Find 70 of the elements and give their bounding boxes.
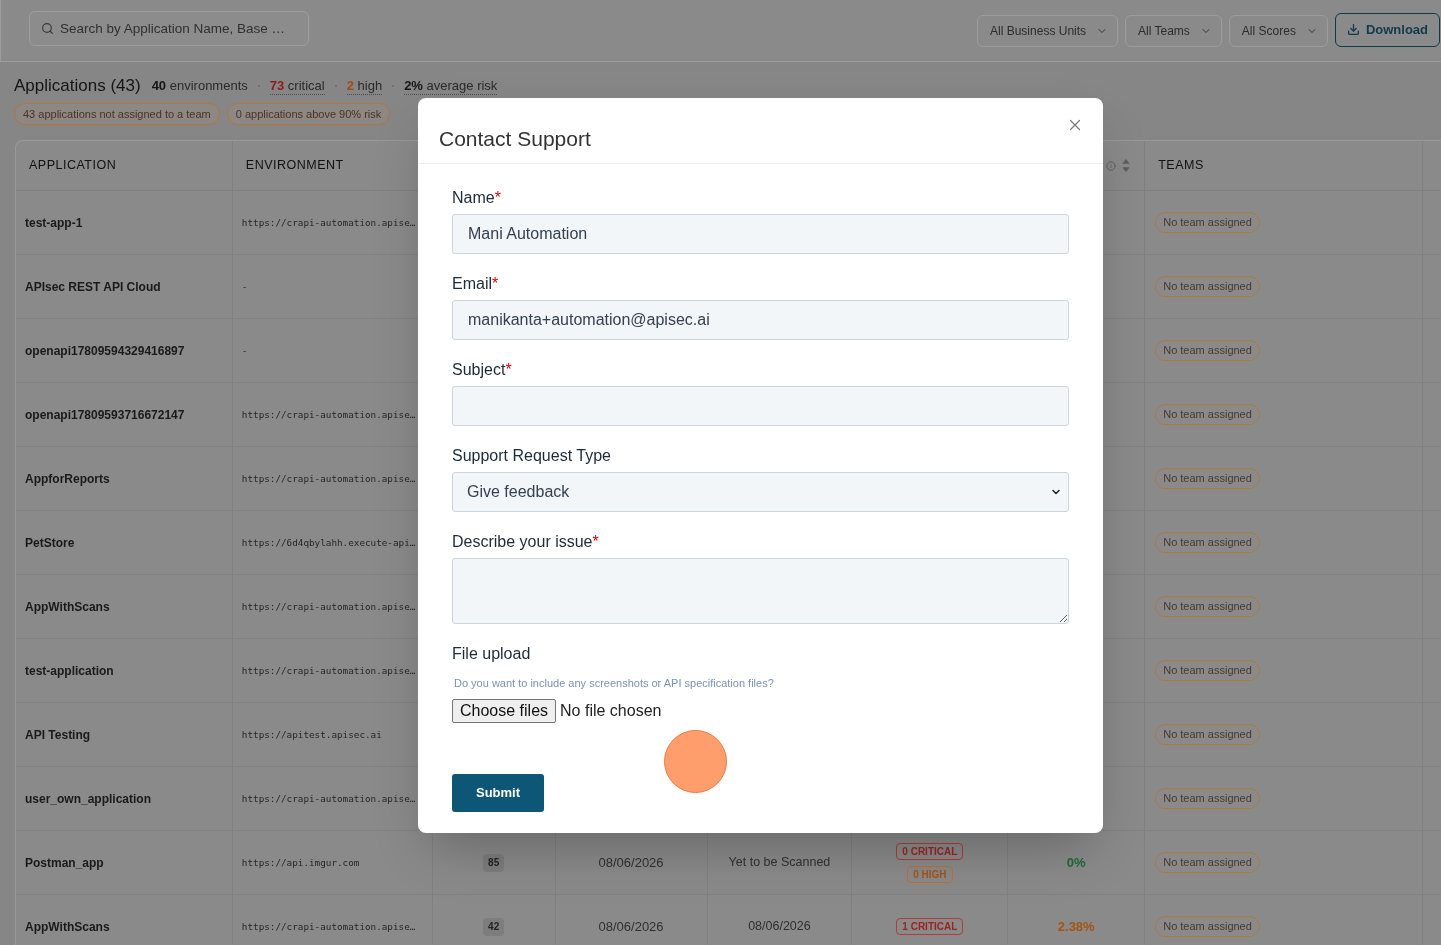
search-icon xyxy=(41,22,54,35)
application-name[interactable]: APIsec REST API Cloud xyxy=(25,277,161,296)
risk-percentage: 0% xyxy=(1066,853,1086,872)
application-name[interactable]: PetStore xyxy=(25,533,75,552)
file-status-text: No file chosen xyxy=(560,701,662,721)
application-name[interactable]: API Testing xyxy=(25,725,91,744)
column-header: ENVIRONMENT xyxy=(245,157,344,175)
submit-button[interactable]: Submit xyxy=(452,774,544,812)
field-label: File upload xyxy=(452,644,531,664)
environment-url: https://crapi-automation.apise… xyxy=(241,791,416,806)
application-name[interactable]: user_own_application xyxy=(25,789,152,808)
application-name[interactable]: openapi17809594329416897 xyxy=(25,341,185,360)
scan-status: 08/06/2026 xyxy=(748,918,811,936)
column-header: APPLICATION xyxy=(29,157,117,175)
environment-url: https://crapi-automation.apise… xyxy=(241,599,416,614)
summary-stat[interactable]: 2 high xyxy=(346,77,383,95)
field-label: Email* xyxy=(452,274,499,294)
info-icon[interactable] xyxy=(1106,160,1117,171)
column-header: TEAMS xyxy=(1158,157,1204,175)
scan-date: 08/06/2026 xyxy=(598,917,664,936)
helper-text: Do you want to include any screenshots or API specification files? xyxy=(454,676,774,690)
application-name[interactable]: AppforReports xyxy=(25,469,110,488)
download-icon xyxy=(1346,23,1360,36)
severity-badge: 0 HIGH xyxy=(907,865,953,883)
scan-status: Yet to be Scanned xyxy=(728,854,831,872)
info-pill[interactable]: 43 applications not assigned to a team xyxy=(14,103,220,125)
application-name[interactable]: test-app-1 xyxy=(25,213,83,232)
search-field[interactable]: Search by Application Name, Base … xyxy=(29,11,309,46)
severity-badge: 0 CRITICAL xyxy=(896,842,964,860)
filter-dropdown[interactable]: All Business Units xyxy=(977,14,1119,47)
summary-stat[interactable]: 2% average risk xyxy=(404,77,498,95)
environment-url: https://crapi-automation.apise… xyxy=(241,919,416,934)
risk-percentage: 2.38% xyxy=(1057,917,1095,936)
field-label: Name* xyxy=(452,188,501,208)
choose-files-button[interactable]: Choose files xyxy=(452,699,557,723)
field-label: Subject* xyxy=(452,360,512,380)
text-input[interactable]: manikanta+automation@apisec.ai xyxy=(452,300,1069,340)
application-name[interactable]: AppWithScans xyxy=(25,917,110,936)
summary-stat[interactable]: 73 critical xyxy=(269,77,325,95)
summary-stat: 40 environments xyxy=(151,78,248,94)
environment-url: https://crapi-automation.apise… xyxy=(241,407,416,422)
filter-dropdown[interactable]: All Scores xyxy=(1228,14,1328,47)
environment-url: https://crapi-automation.apise… xyxy=(241,471,416,486)
dialog-title: Contact Support xyxy=(439,126,591,152)
scan-date: 08/06/2026 xyxy=(598,853,664,872)
application-name[interactable]: openapi17809593716672147 xyxy=(25,405,185,424)
page-title: Applications (43) xyxy=(14,76,141,96)
field-label: Describe your issue* xyxy=(452,532,599,552)
environment-url: https://api.imgur.com xyxy=(241,855,360,870)
application-name[interactable]: AppWithScans xyxy=(25,597,110,616)
score-badge: 85 xyxy=(483,853,505,872)
text-area[interactable] xyxy=(452,558,1069,624)
download-button[interactable]: Download xyxy=(1334,12,1440,47)
severity-badge: 1 CRITICAL xyxy=(896,918,964,935)
sort-icon[interactable] xyxy=(1122,159,1131,172)
field-label: Support Request Type xyxy=(452,446,611,466)
filter-dropdown[interactable]: All Teams xyxy=(1125,14,1222,47)
application-name[interactable]: Postman_app xyxy=(25,853,104,872)
environment-url: - xyxy=(241,279,248,294)
info-pill[interactable]: 0 applications above 90% risk xyxy=(226,103,391,125)
score-badge: 42 xyxy=(483,917,505,936)
environment-url: https://6d4qbylahh.execute-api… xyxy=(241,535,416,550)
application-name[interactable]: test-application xyxy=(25,661,114,680)
environment-url: https://apitest.apisec.ai xyxy=(241,727,382,742)
text-input[interactable] xyxy=(452,386,1069,426)
text-input[interactable]: Mani Automation xyxy=(452,214,1069,254)
dropdown-select[interactable]: Give feedback xyxy=(452,472,1069,512)
environment-url: - xyxy=(241,343,248,358)
environment-url: https://crapi-automation.apise… xyxy=(241,215,416,230)
environment-url: https://crapi-automation.apise… xyxy=(241,663,416,678)
